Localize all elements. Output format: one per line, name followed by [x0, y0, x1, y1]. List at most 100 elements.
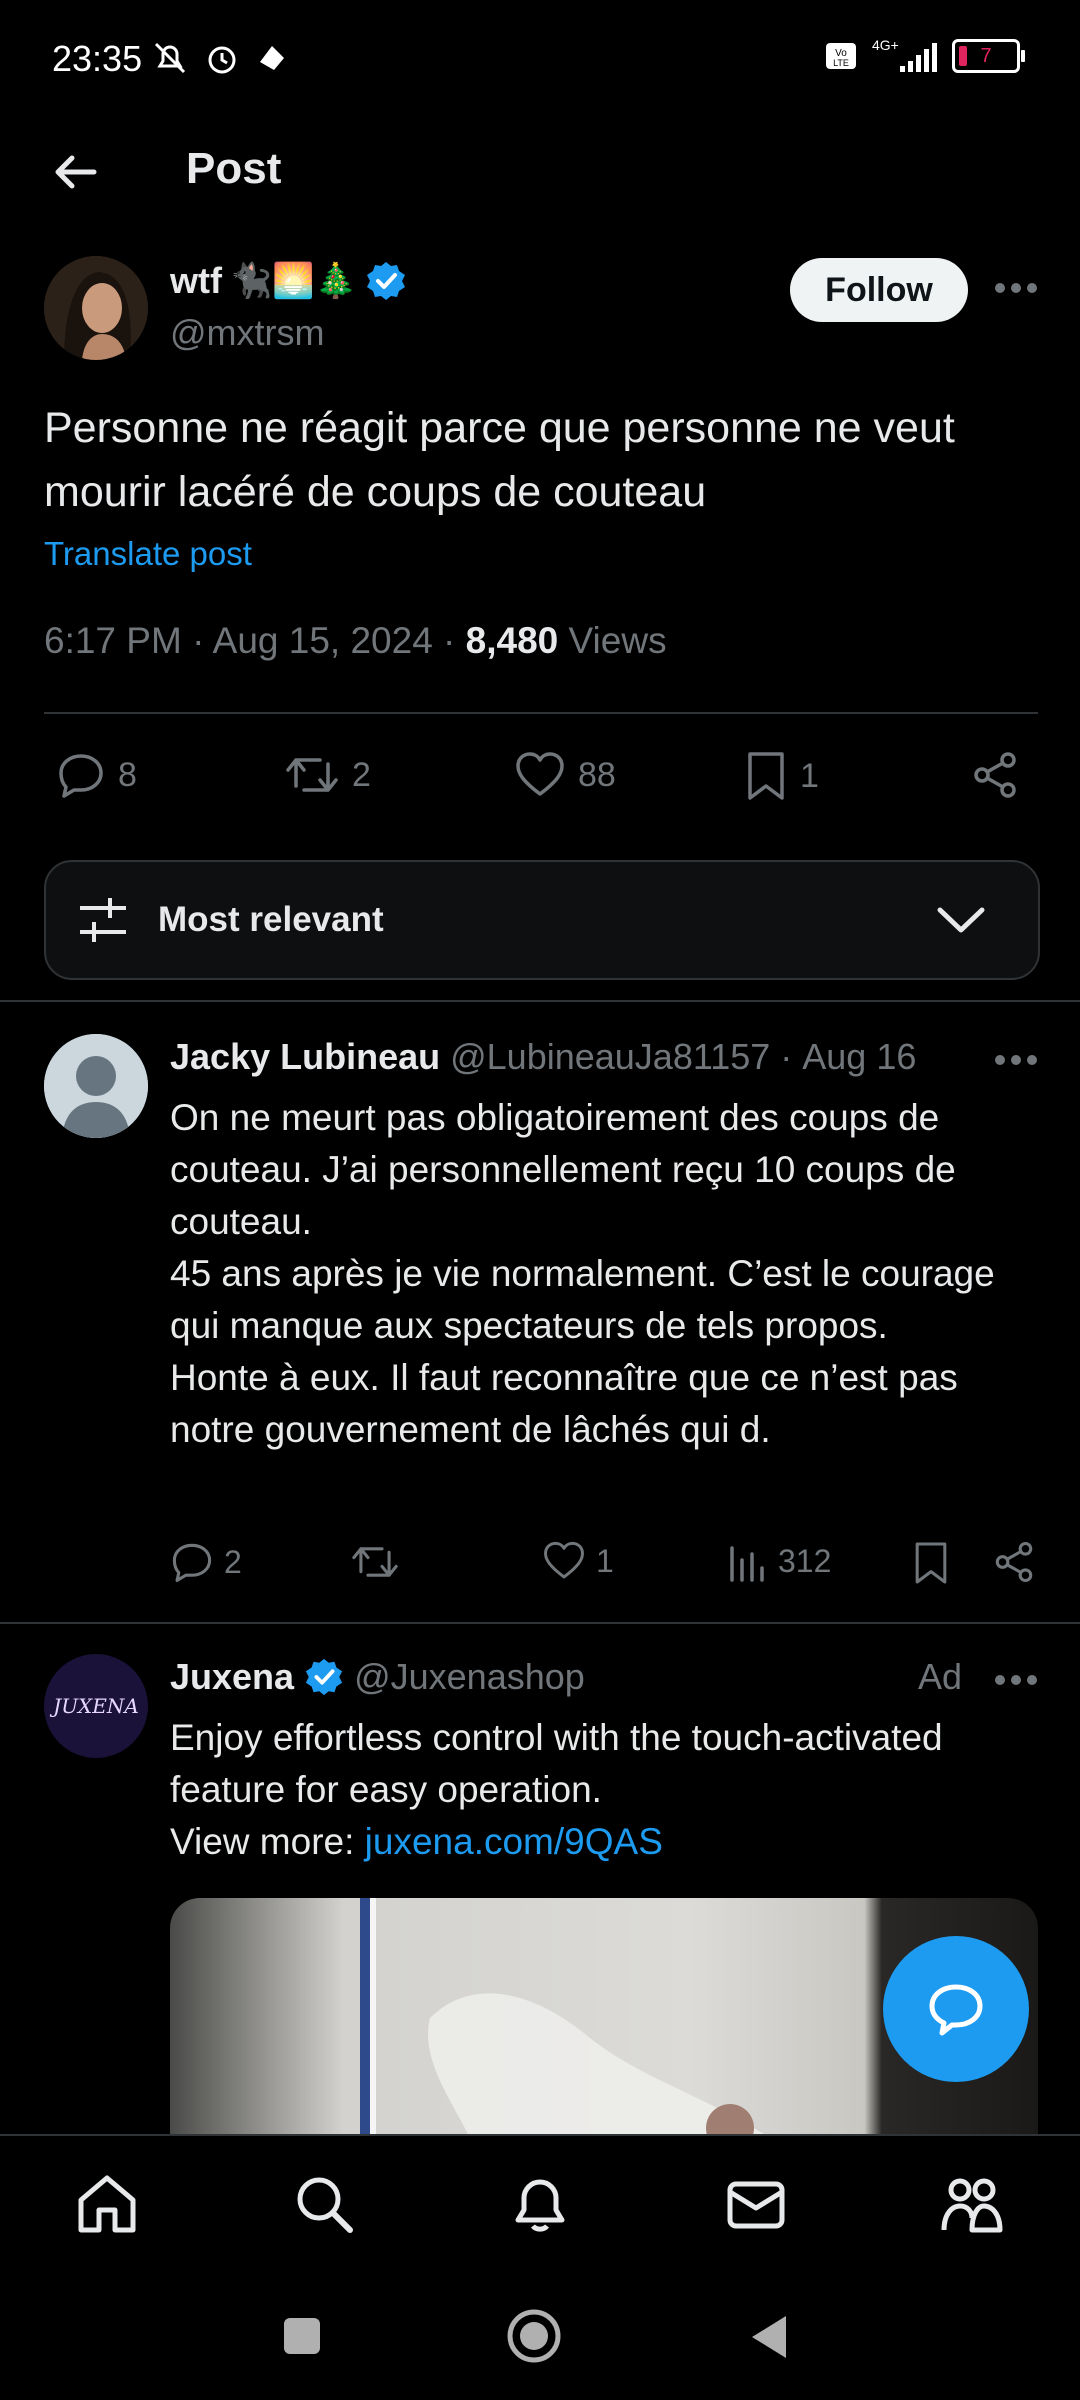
reply-avatar[interactable] — [44, 1034, 148, 1138]
ad-text-block: Enjoy effortless control with the touch-… — [170, 1712, 1040, 1868]
author-avatar[interactable] — [44, 256, 148, 360]
divider — [0, 1000, 1080, 1002]
reply-actions: 2 1 312 — [170, 1540, 1040, 1590]
ad-avatar[interactable]: JUXENA — [44, 1654, 148, 1758]
reply-date: Aug 16 — [802, 1036, 917, 1077]
share-icon — [974, 752, 1016, 798]
author-name[interactable]: wtf — [170, 260, 222, 302]
back-triangle-icon[interactable] — [746, 2312, 790, 2362]
verified-badge-icon — [367, 262, 405, 300]
status-icons-left — [150, 38, 290, 78]
messages-envelope-icon[interactable] — [724, 2172, 788, 2236]
home-icon[interactable] — [75, 2172, 139, 2236]
reply-views-button[interactable]: 312 — [728, 1540, 831, 1582]
repost-count: 2 — [352, 755, 371, 794]
filter-sliders-icon — [80, 898, 126, 942]
author-emoji: 🐈‍⬛🌅🎄 — [229, 262, 357, 300]
heart-icon — [544, 1541, 584, 1579]
bookmark-icon — [748, 752, 784, 800]
reply-count: 8 — [118, 755, 137, 794]
views-label: Views — [568, 620, 667, 661]
ad-view-more-label: View more: — [170, 1821, 355, 1862]
svg-text:4G+: 4G+ — [872, 37, 899, 53]
post-text: Personne ne réagit parce que personne ne… — [44, 404, 955, 516]
analytics-icon — [730, 1546, 764, 1582]
like-button[interactable]: 88 — [514, 750, 616, 800]
status-icons-right: Vo LTE 4G+ 7 — [824, 36, 1025, 76]
sort-replies-dropdown[interactable]: Most relevant — [44, 860, 1040, 980]
post-date: Aug 15, 2024 — [212, 620, 433, 661]
ad-text: Enjoy effortless control with the touch-… — [170, 1717, 943, 1810]
home-circle-icon[interactable] — [506, 2308, 562, 2364]
repost-icon — [286, 758, 338, 792]
reply-like-count: 1 — [596, 1542, 614, 1579]
communities-icon[interactable] — [940, 2172, 1004, 2236]
reply-reply-button[interactable]: 2 — [170, 1540, 242, 1584]
more-options-icon[interactable] — [994, 1054, 1038, 1066]
ad-label: Ad — [918, 1656, 963, 1697]
reply-views-count: 312 — [778, 1542, 832, 1579]
ad-author-handle[interactable]: @Juxenashop — [354, 1656, 585, 1698]
recent-apps-icon[interactable] — [282, 2316, 322, 2356]
bookmark-icon — [915, 1542, 947, 1584]
muted-bell-icon — [154, 42, 186, 74]
reply-button[interactable]: 8 — [56, 750, 137, 800]
author-handle[interactable]: @mxtrsm — [170, 312, 325, 354]
like-count: 88 — [578, 755, 616, 794]
heart-icon — [516, 752, 564, 796]
ad-link[interactable]: juxena.com/9QAS — [365, 1821, 663, 1862]
compose-reply-fab[interactable] — [883, 1936, 1029, 2082]
more-options-icon[interactable] — [994, 282, 1038, 294]
reply-author-handle[interactable]: @LubineauJa81157 — [450, 1036, 770, 1078]
bookmark-button[interactable]: 1 — [744, 750, 819, 802]
repost-button[interactable]: 2 — [284, 750, 371, 800]
verified-badge-icon — [305, 1658, 343, 1696]
repost-icon — [352, 1547, 398, 1577]
post-meta: 6:17 PM · Aug 15, 2024 · 8,480 Views — [44, 620, 667, 661]
status-bar: 23:35 Vo LTE 4G+ 7 — [0, 0, 1080, 120]
notifications-bell-icon[interactable] — [508, 2172, 572, 2236]
post-time: 6:17 PM — [44, 620, 182, 661]
system-navigation-bar — [0, 2272, 1080, 2400]
reply-author-name[interactable]: Jacky Lubineau — [170, 1036, 440, 1078]
reply-icon — [59, 754, 103, 798]
post-actions: 8 2 88 1 — [44, 740, 1038, 810]
bookmark-count: 1 — [800, 756, 819, 795]
sort-label: Most relevant — [158, 900, 384, 939]
back-arrow-icon[interactable] — [46, 142, 106, 202]
top-bar: Post — [0, 120, 1080, 220]
chevron-down-icon — [937, 907, 985, 933]
page-title: Post — [186, 144, 282, 193]
status-time: 23:35 — [52, 38, 143, 79]
signal-icon: 4G+ — [872, 37, 937, 72]
search-icon[interactable] — [292, 2172, 356, 2236]
svg-text:LTE: LTE — [833, 58, 849, 68]
reply-like-button[interactable]: 1 — [542, 1540, 614, 1582]
compose-bubble-icon — [929, 1984, 983, 2036]
bottom-navigation — [0, 2134, 1080, 2274]
ad-author-name[interactable]: Juxena — [170, 1656, 294, 1698]
views-count[interactable]: 8,480 — [466, 620, 559, 661]
reply-header: Jacky Lubineau @LubineauJa81157 · Aug 16 — [170, 1036, 917, 1078]
divider — [0, 1622, 1080, 1624]
battery-level: 7 — [980, 45, 992, 67]
reply-repost-button[interactable] — [350, 1540, 400, 1584]
more-options-icon[interactable] — [994, 1674, 1038, 1686]
volte-icon: Vo LTE — [826, 43, 856, 69]
translate-post-link[interactable]: Translate post — [44, 535, 252, 573]
share-icon — [995, 1541, 1033, 1583]
reply-bookmark-button[interactable] — [912, 1540, 950, 1586]
alarm-icon — [208, 46, 236, 74]
app-notification-icon — [260, 46, 284, 70]
share-button[interactable] — [970, 750, 1020, 800]
author-name-row[interactable]: wtf 🐈‍⬛🌅🎄 — [170, 260, 407, 302]
reply-icon — [172, 1543, 212, 1583]
reply-reply-count: 2 — [224, 1543, 242, 1580]
reply-text: On ne meurt pas obligatoirement des coup… — [170, 1097, 995, 1450]
follow-button[interactable]: Follow — [790, 258, 968, 322]
ad-header: Juxena @Juxenashop — [170, 1656, 585, 1698]
reply-share-button[interactable] — [992, 1540, 1036, 1584]
ad-avatar-logo-text: JUXENA — [53, 1694, 139, 1718]
battery-icon: 7 — [952, 39, 1025, 73]
divider — [44, 712, 1038, 714]
